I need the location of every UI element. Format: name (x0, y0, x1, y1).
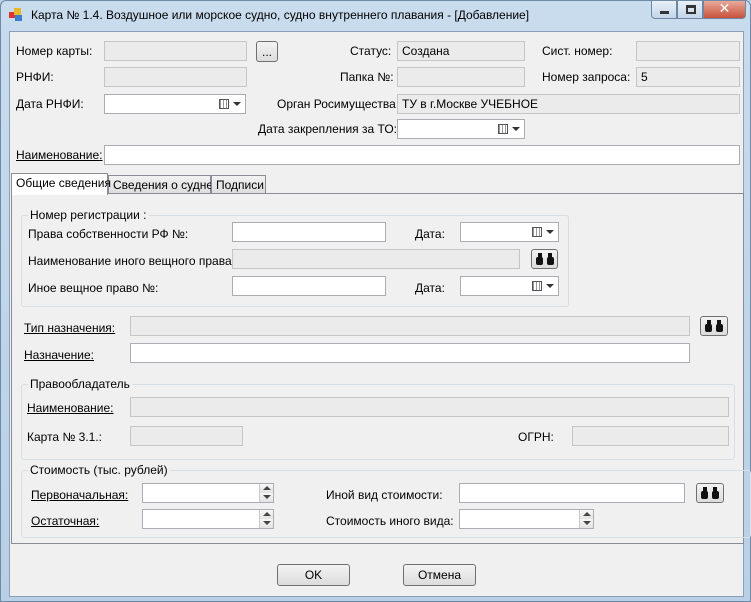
other-cost-type-search-button[interactable] (696, 483, 724, 503)
calendar-icon (219, 99, 229, 109)
name-label[interactable]: Наименование: (16, 148, 103, 162)
holder-name-field (130, 397, 729, 417)
chevron-down-icon (512, 127, 520, 131)
holder-group: Правообладатель (21, 377, 735, 460)
residual-cost-label[interactable]: Остаточная: (31, 514, 99, 528)
minimize-button[interactable] (651, 1, 677, 19)
other-right-label: Иное вещное право №: (28, 281, 159, 295)
name-input[interactable] (104, 145, 740, 165)
main-window: Карта № 1.4. Воздушное или морское судно… (0, 0, 751, 602)
authority-field: ТУ в г.Москве УЧЕБНОЕ (397, 94, 740, 114)
card-number-field[interactable] (104, 41, 247, 61)
residual-cost-stepper[interactable] (142, 509, 274, 529)
window-title: Карта № 1.4. Воздушное или морское судно… (31, 8, 530, 22)
close-button[interactable]: ✕ (703, 0, 746, 19)
purpose-label[interactable]: Назначение: (24, 348, 94, 362)
other-right-date-label: Дата: (415, 281, 445, 295)
initial-cost-label[interactable]: Первоначальная: (31, 488, 128, 502)
spin-up-icon[interactable] (579, 510, 593, 519)
spin-down-icon[interactable] (259, 493, 273, 502)
tab-general[interactable]: Общие сведения (11, 173, 111, 195)
other-right-number-input[interactable] (232, 276, 386, 296)
card-number-browse-button[interactable]: ... (256, 41, 278, 62)
holder-group-title: Правообладатель (28, 377, 132, 391)
other-right-date-picker[interactable] (460, 276, 559, 296)
ownership-date-label: Дата: (415, 227, 445, 241)
tab-signatures[interactable]: Подписи (211, 175, 266, 194)
assign-date-label: Дата закрепления за ТО: (258, 122, 397, 136)
request-number-label: Номер запроса: (542, 70, 631, 84)
assign-date-picker[interactable] (397, 119, 525, 139)
calendar-icon (532, 281, 542, 291)
spin-up-icon[interactable] (259, 484, 273, 493)
rnfi-field (104, 67, 247, 87)
ogrn-label: ОГРН: (518, 430, 554, 444)
binoculars-icon (701, 487, 719, 499)
rnfi-label: РНФИ: (16, 70, 54, 84)
other-right-name-field (232, 249, 520, 269)
other-right-search-button[interactable] (531, 249, 558, 269)
registration-group-title: Номер регистрации : (28, 208, 149, 222)
sys-number-field (636, 41, 740, 61)
spin-down-icon[interactable] (579, 519, 593, 528)
app-icon (9, 8, 23, 22)
purpose-input[interactable] (130, 343, 690, 363)
rnfi-date-label: Дата РНФИ: (16, 97, 84, 111)
spin-down-icon[interactable] (259, 519, 273, 528)
sys-number-label: Сист. номер: (542, 44, 613, 58)
binoculars-icon (705, 320, 723, 332)
dialog-body: Номер карты: ... Статус: Создана Сист. н… (9, 31, 751, 597)
tab-vessel-info[interactable]: Сведения о судне (108, 175, 213, 194)
ownership-date-picker[interactable] (460, 222, 559, 242)
ownership-number-input[interactable] (232, 222, 386, 242)
rnfi-date-picker[interactable] (104, 94, 246, 114)
status-field: Создана (397, 41, 525, 61)
holder-card-label: Карта № 3.1.: (27, 430, 102, 444)
other-cost-stepper[interactable] (459, 509, 594, 529)
cost-group-title: Стоимость (тыс. рублей) (28, 463, 170, 477)
initial-cost-stepper[interactable] (142, 483, 274, 503)
window-controls: ✕ (651, 0, 746, 21)
status-label: Статус: (350, 44, 392, 58)
card-number-label: Номер карты: (16, 44, 93, 58)
purpose-type-search-button[interactable] (700, 316, 728, 336)
minimize-icon (660, 11, 669, 14)
ok-button[interactable]: OK (277, 564, 350, 586)
maximize-button[interactable] (677, 1, 703, 19)
cancel-button[interactable]: Отмена (403, 564, 476, 586)
binoculars-icon (535, 253, 554, 265)
holder-card-field (130, 426, 243, 446)
folder-label: Папка №: (340, 70, 394, 84)
purpose-type-field (130, 316, 690, 336)
calendar-icon (532, 227, 542, 237)
purpose-type-label[interactable]: Тип назначения: (24, 321, 115, 335)
spin-up-icon[interactable] (259, 510, 273, 519)
chevron-down-icon (546, 230, 554, 234)
other-cost-type-input[interactable] (459, 483, 685, 503)
other-cost-label: Стоимость иного вида: (326, 514, 454, 528)
maximize-icon (686, 5, 696, 14)
authority-label: Орган Росимущества: (277, 97, 400, 111)
ownership-label: Права собственности РФ №: (28, 227, 189, 241)
holder-name-label[interactable]: Наименование: (27, 401, 114, 415)
title-bar[interactable]: Карта № 1.4. Воздушное или морское судно… (1, 0, 750, 29)
chevron-down-icon (233, 102, 241, 106)
other-right-name-label: Наименование иного вещного права: (28, 254, 235, 268)
folder-field (397, 67, 525, 87)
close-icon: ✕ (718, 0, 731, 16)
request-number-field: 5 (636, 67, 740, 87)
other-cost-type-label: Иной вид стоимости: (326, 488, 443, 502)
chevron-down-icon (546, 284, 554, 288)
tab-panel-general: Номер регистрации : Права собственности … (11, 193, 751, 544)
ogrn-field (572, 426, 729, 446)
calendar-icon (498, 124, 508, 134)
